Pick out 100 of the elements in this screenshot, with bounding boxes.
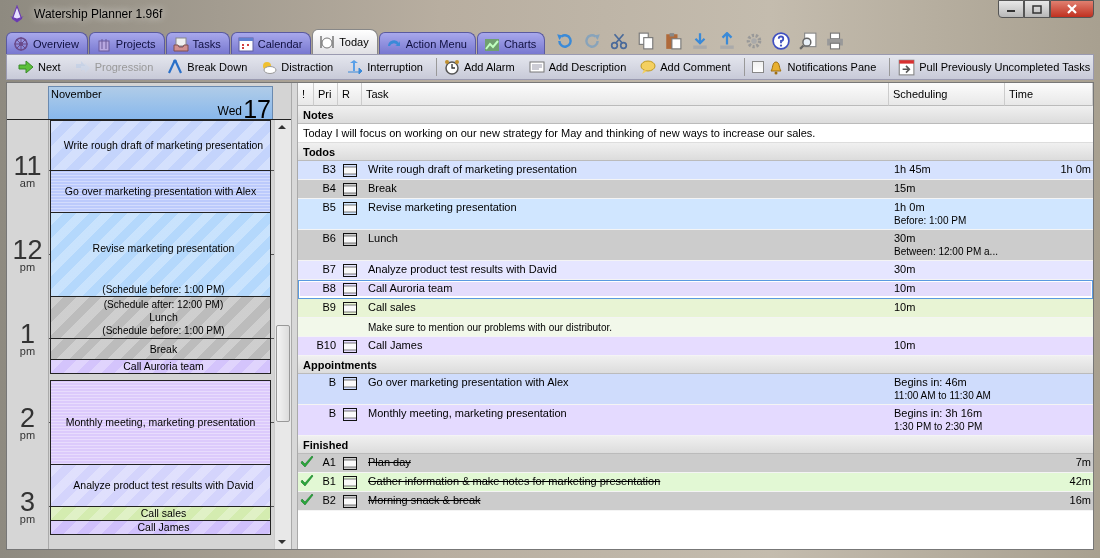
toolbar-button[interactable]: Next	[13, 58, 66, 76]
calendar-event[interactable]: Break	[50, 338, 271, 361]
tab[interactable]: Projects	[88, 32, 165, 54]
priority-text: B9	[321, 300, 337, 313]
window-icon	[343, 233, 357, 246]
toolbar-button[interactable]	[637, 32, 656, 50]
scroll-up-icon[interactable]	[278, 124, 286, 129]
search-icon	[799, 32, 818, 50]
window-icon	[343, 476, 357, 489]
priority-text: B6	[321, 231, 337, 244]
section-header: Appointments	[298, 356, 1093, 374]
tab[interactable]: Calendar	[230, 32, 312, 54]
checkbox[interactable]	[751, 61, 764, 73]
task-row[interactable]: B3 Write rough draft of marketing presentation 1h 45m 1h 0m	[298, 161, 1093, 180]
hour-label: 3	[20, 490, 35, 515]
scheduling-detail: 11:00 AM to 11:30 AM	[894, 389, 992, 403]
close-button[interactable]	[1050, 0, 1094, 18]
priority-text: A1	[321, 455, 337, 468]
splitter-handle[interactable]	[291, 83, 298, 549]
toolbar-button[interactable]: Distraction	[256, 58, 339, 76]
toolbar-button[interactable]	[826, 32, 845, 50]
priority-text: B8	[321, 281, 337, 294]
task-name: Morning snack & break	[367, 493, 482, 506]
task-row[interactable]: B Monthly meeting, marketing presentation Begins in: 3h 16m 1:30 PM to 2:30 PM	[298, 405, 1093, 436]
tab[interactable]: Overview	[6, 32, 88, 54]
toolbar-button[interactable]: Break Down	[162, 58, 253, 76]
task-row[interactable]: B8 Call Auroria team 10m	[298, 280, 1093, 299]
alarm-clock-icon	[443, 59, 460, 75]
scroll-down-icon[interactable]	[278, 540, 286, 545]
event-title: Call sales	[140, 507, 187, 521]
time-text: 42m	[1069, 475, 1091, 487]
task-row[interactable]: B Go over marketing presentation with Alex Begins in: 46m 11:00 AM to 11:30 AM	[298, 374, 1093, 405]
toolbar-button[interactable]: Pull Previously Uncompleted Tasks	[892, 57, 1096, 77]
window-icon	[343, 302, 357, 315]
column-header[interactable]: Scheduling	[889, 83, 1005, 106]
scroll-thumb[interactable]	[276, 325, 290, 422]
scheduling-text: 15m	[894, 182, 917, 194]
column-header[interactable]: !	[298, 83, 314, 106]
tab[interactable]: Action Menu	[378, 32, 476, 54]
month-label: November	[51, 88, 102, 100]
task-row[interactable]: B2 Morning snack & break 16m	[298, 492, 1093, 511]
day-number: 17	[243, 97, 271, 122]
window-icon	[343, 408, 357, 421]
task-row[interactable]: A1 Plan day 7m	[298, 454, 1093, 473]
task-name: Go over marketing presentation with Alex	[367, 375, 570, 388]
calendar-event[interactable]: Revise marketing presentation (Schedule before: 1:00 PM)	[50, 212, 271, 298]
calendar-event[interactable]: Analyze product test results with David	[50, 464, 271, 508]
event-title: Break	[149, 342, 178, 356]
task-name: Revise marketing presentation	[367, 200, 518, 213]
section-header: Finished	[298, 436, 1093, 454]
task-row[interactable]: B6 Lunch 30m Between: 12:00 PM a...	[298, 230, 1093, 261]
notifications-toggle[interactable]: Notifications Pane	[746, 58, 882, 76]
task-name: Write rough draft of marketing presentation	[367, 162, 578, 175]
calendar-event[interactable]: (Schedule after: 12:00 PM) Lunch (Schedule before: 1:00 PM)	[50, 296, 271, 340]
minimize-button[interactable]	[998, 0, 1024, 18]
task-row[interactable]: B7 Analyze product test results with David 30m	[298, 261, 1093, 280]
event-title: Analyze product test results with David	[73, 479, 254, 493]
maximize-button[interactable]	[1024, 0, 1050, 18]
column-header[interactable]: Task	[362, 83, 889, 106]
scheduling-text: 10m	[894, 339, 917, 351]
calendar-icon	[237, 35, 254, 52]
priority-text: B3	[321, 162, 337, 175]
task-row[interactable]: B9 Call sales 10m	[298, 299, 1093, 318]
toolbar-button[interactable]: Interruption	[342, 58, 428, 76]
task-row[interactable]: B4 Break 15m	[298, 180, 1093, 199]
bell-icon	[767, 59, 784, 75]
priority-text: B	[327, 375, 337, 388]
calendar-event[interactable]: Monthly meeting, marketing presentation	[50, 380, 271, 466]
column-header[interactable]: R	[338, 83, 362, 106]
toolbar-button[interactable]	[772, 32, 791, 50]
tab[interactable]: Today	[312, 29, 378, 54]
period-label: pm	[19, 346, 36, 357]
calendar-event[interactable]: Go over marketing presentation with Alex	[50, 170, 271, 214]
tab[interactable]: Tasks	[165, 32, 230, 54]
toolbar-button[interactable]: Add Description	[523, 58, 632, 76]
schedule-note: (Schedule before: 1:00 PM)	[102, 324, 225, 338]
tab[interactable]: Charts	[476, 32, 546, 54]
column-header[interactable]: Time	[1005, 83, 1093, 106]
calendar-event[interactable]: Call Auroria team	[50, 359, 271, 375]
calendar-event[interactable]: Write rough draft of marketing presentation	[50, 120, 271, 172]
column-header[interactable]: Pri	[314, 83, 338, 106]
toolbar-button[interactable]	[664, 32, 683, 50]
calendar-event[interactable]: Call James	[50, 520, 271, 536]
task-name: Monthly meeting, marketing presentation	[367, 406, 568, 419]
period-label: pm	[19, 514, 36, 525]
task-name: Call James	[367, 338, 424, 351]
event-title: Call Auroria team	[123, 360, 204, 374]
toolbar-button[interactable]	[610, 32, 629, 50]
window-icon	[343, 495, 357, 508]
task-row[interactable]: B10 Call James 10m	[298, 337, 1093, 356]
hour-label: 2	[20, 406, 35, 431]
task-row[interactable]: B1 Gather information & make notes for marketing presentation 42m	[298, 473, 1093, 492]
toolbar-button[interactable]: Add Alarm	[438, 58, 520, 76]
scheduling-text: 1h 0m	[894, 201, 926, 213]
task-row[interactable]: B5 Revise marketing presentation 1h 0m Before: 1:00 PM	[298, 199, 1093, 230]
hour-label: 1	[20, 322, 35, 347]
toolbar-button[interactable]: Add Comment	[635, 58, 736, 76]
event-title: Revise marketing presentation	[92, 241, 235, 255]
toolbar-button[interactable]	[799, 32, 818, 50]
section-header: Notes	[298, 106, 1093, 124]
